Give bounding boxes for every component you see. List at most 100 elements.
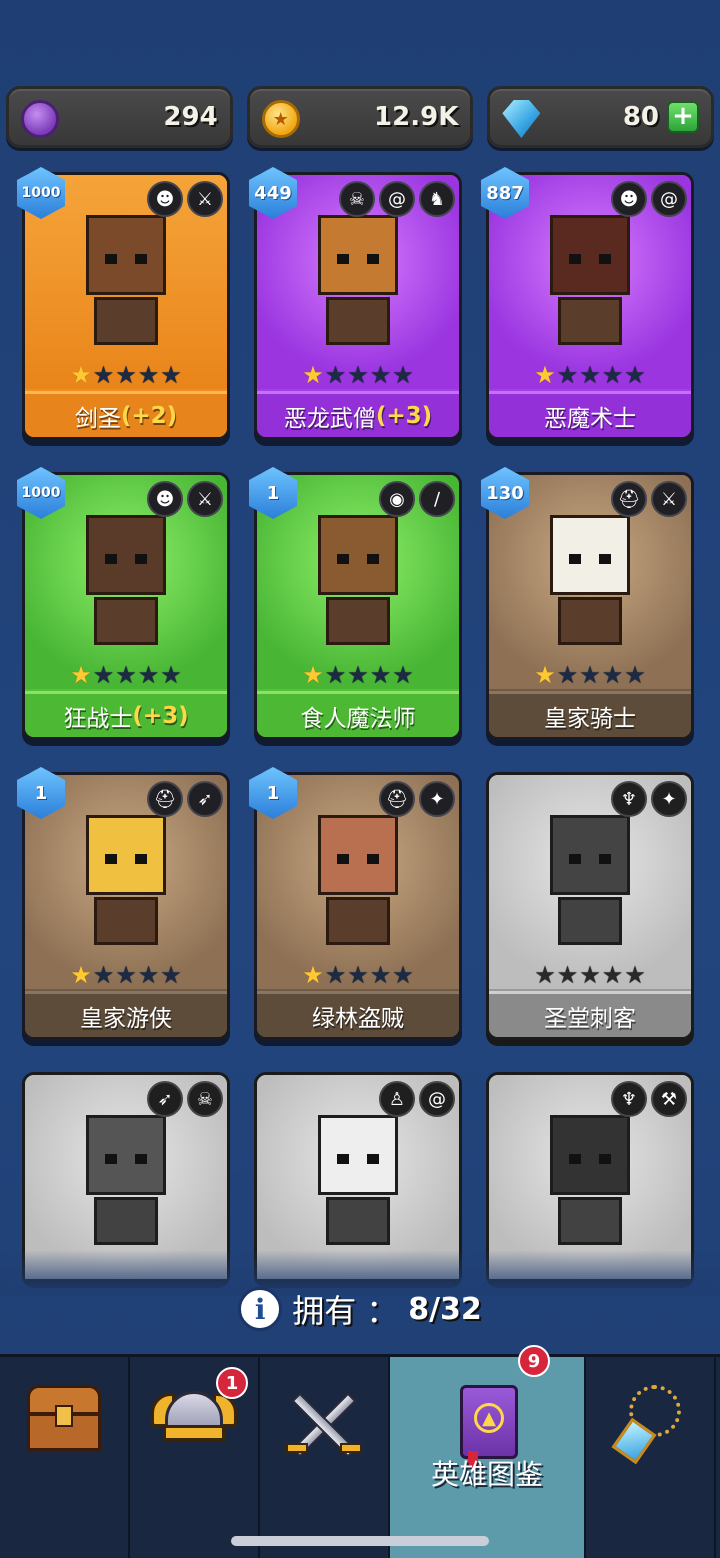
orc-face-icon: ☻ [611, 181, 647, 217]
nav-item-equipment[interactable] [586, 1357, 716, 1558]
star-icon: ★ [324, 361, 347, 389]
purple-coin-icon [21, 100, 59, 138]
star-icon: ★ [70, 361, 92, 389]
hero-figure [536, 515, 644, 645]
star-icon: ★ [160, 661, 182, 689]
hero-star-rating: ★ ★ ★ ★ ★ [257, 663, 459, 687]
wings-icon: ♆ [611, 1081, 647, 1117]
dragon-icon: ♞ [419, 181, 455, 217]
star-icon: ★ [579, 661, 601, 689]
hero-figure [536, 215, 644, 345]
star-icon: ★ [624, 661, 646, 689]
hero-bonus: (+3) [132, 702, 189, 729]
gem-amount: 80 [622, 102, 660, 132]
owned-label: 拥有 [292, 1292, 357, 1330]
owned-counter: i 拥有 ： 8/32 [0, 1286, 720, 1332]
helmet-icon: ⛑ [147, 781, 183, 817]
star-icon: ★ [601, 361, 624, 389]
hero-name: 皇家骑士 [544, 705, 636, 732]
nav-item-chest[interactable] [0, 1357, 130, 1558]
hero-name: 恶魔术士 [544, 405, 636, 432]
hero-card[interactable]: 1 ⛑ ➶ ★ ★ ★ ★ ★ 皇家游侠 [17, 767, 230, 1040]
hero-name: 剑圣 [74, 405, 121, 432]
hammer-icon: ⚒ [651, 1081, 687, 1117]
star-icon: ★ [115, 961, 137, 989]
star-icon: ★ [137, 961, 160, 989]
hero-card[interactable]: 887 ☻ @ ★ ★ ★ ★ ★ 恶魔术士 [481, 167, 694, 440]
hero-figure [72, 215, 180, 345]
gem-display[interactable]: 80 + [487, 86, 715, 148]
hero-card[interactable]: 1 ◉ ∕ ★ ★ ★ ★ ★ 食人魔法师 [249, 467, 462, 740]
hero-name-label: 恶魔术士 [489, 391, 691, 437]
helmet-icon: ⛑ [379, 781, 415, 817]
nav-item-battle[interactable] [260, 1357, 390, 1558]
star-icon: ★ [160, 961, 182, 989]
star-icon: ★ [601, 961, 624, 989]
star-icon: ★ [70, 661, 92, 689]
currency-bar: 294 ★ 12.9K 80 + [6, 86, 715, 148]
helmet-icon: ⛑ [611, 481, 647, 517]
hero-name-label: 恶龙武僧 (+3) [257, 391, 459, 437]
hero-star-rating: ★ ★ ★ ★ ★ [25, 663, 227, 687]
owned-count: 8/32 [408, 1291, 482, 1327]
hero-card[interactable]: 130 ⛑ ⚔ ★ ★ ★ ★ ★ 皇家骑士 [481, 467, 694, 740]
star-icon: ★ [534, 961, 556, 989]
hero-figure [304, 215, 412, 345]
dagger-icon: ✦ [651, 781, 687, 817]
bottom-nav: 1 ▲ 9 英雄图鉴 [0, 1345, 720, 1558]
nav-item-hero[interactable]: 1 [130, 1357, 260, 1558]
hero-class-tags: ♆ ⚒ [611, 1081, 687, 1117]
star-icon: ★ [347, 961, 369, 989]
nav-item-codex[interactable]: ▲ 9 英雄图鉴 [390, 1345, 586, 1558]
star-icon: ★ [115, 361, 137, 389]
star-icon: ★ [601, 661, 624, 689]
owned-separator: ： [366, 1292, 399, 1330]
swirl-icon: @ [379, 181, 415, 217]
wings-icon: ♆ [611, 781, 647, 817]
hero-class-tags: ⛑ ⚔ [611, 481, 687, 517]
star-icon: ★ [369, 961, 392, 989]
hero-name-label: 狂战士 (+3) [25, 691, 227, 737]
hero-class-tags: ☻ ⚔ [147, 181, 223, 217]
hero-name: 狂战士 [63, 705, 133, 732]
star-icon: ★ [392, 961, 414, 989]
hero-star-rating: ★ ★ ★ ★ ★ [489, 363, 691, 387]
sword-icon: ⚔ [187, 481, 223, 517]
star-icon: ★ [302, 661, 324, 689]
star-icon: ★ [92, 961, 115, 989]
shaman-icon: ♙ [379, 1081, 415, 1117]
hero-figure [72, 515, 180, 645]
star-icon: ★ [624, 961, 646, 989]
sword-icon: ⚔ [187, 181, 223, 217]
bow-icon: ➶ [187, 781, 223, 817]
star-icon: ★ [347, 361, 369, 389]
info-icon[interactable]: i [238, 1287, 283, 1331]
sword-icon: ⚔ [651, 481, 687, 517]
hero-card[interactable]: 1 ⛑ ✦ ★ ★ ★ ★ ★ 绿林盗贼 [249, 767, 462, 1040]
gold-coin-display[interactable]: ★ 12.9K [246, 86, 474, 148]
star-icon: ★ [624, 361, 646, 389]
hero-card[interactable]: 1000 ☻ ⚔ ★ ★ ★ ★ ★ 剑圣 (+2) [17, 167, 230, 440]
hero-card[interactable]: 1000 ☻ ⚔ ★ ★ ★ ★ ★ 狂战士 (+3) [17, 467, 230, 740]
home-indicator[interactable] [231, 1536, 489, 1546]
hero-card[interactable]: 449 ☠ @ ♞ ★ ★ ★ ★ ★ 恶龙武僧 (+3) [249, 167, 462, 440]
star-icon: ★ [302, 361, 324, 389]
add-gems-button[interactable]: + [667, 101, 700, 133]
hero-name-label: 皇家游侠 [25, 991, 227, 1037]
hero-star-rating: ★ ★ ★ ★ ★ [257, 963, 459, 987]
star-icon: ★ [392, 361, 414, 389]
hero-name-label: 绿林盗贼 [257, 991, 459, 1037]
hero-card[interactable]: ♆ ✦ ★ ★ ★ ★ ★ 圣堂刺客 [486, 772, 694, 1040]
star-icon: ★ [160, 361, 182, 389]
skull-icon: ☠ [187, 1081, 223, 1117]
hero-figure [72, 1115, 180, 1245]
hero-class-tags: ◉ ∕ [379, 481, 455, 517]
hero-bonus: (+3) [375, 402, 433, 429]
star-icon: ★ [347, 661, 369, 689]
star-icon: ★ [92, 361, 115, 389]
purple-coin-display[interactable]: 294 [6, 86, 233, 148]
star-icon: ★ [137, 361, 160, 389]
gold-coin-amount: 12.9K [374, 102, 459, 132]
hero-class-tags: ☠ @ ♞ [339, 181, 455, 217]
staff-icon: ∕ [419, 481, 455, 517]
